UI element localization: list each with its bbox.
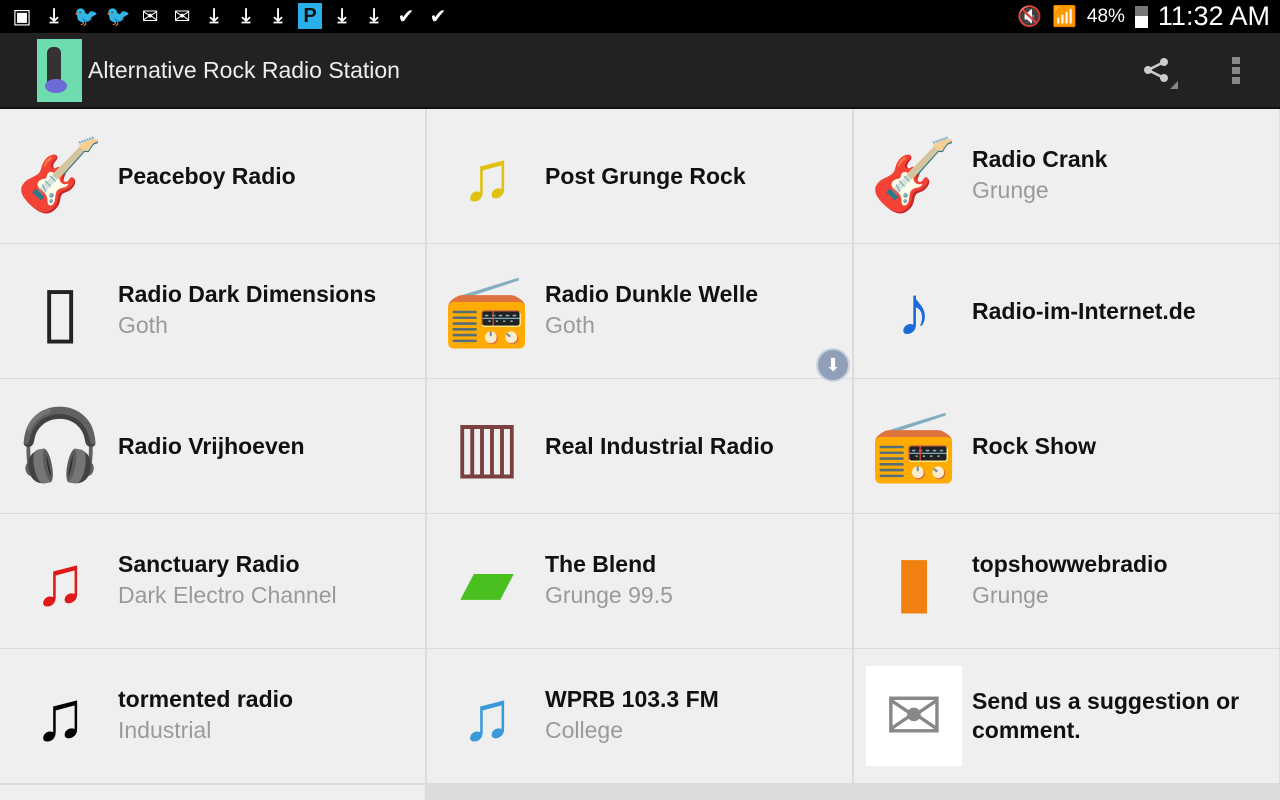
download-icon: ⤓ — [273, 4, 283, 27]
station-item[interactable]: ♫ Sanctuary Radio Dark Electro Channel — [0, 514, 425, 648]
station-genre: Goth — [545, 312, 595, 338]
headphones-player-icon: 🎧 — [16, 406, 104, 484]
station-item[interactable]: ▮ topshowwebradio Grunge — [854, 514, 1279, 648]
stereo-system-icon: ▥ — [453, 407, 521, 485]
station-item[interactable]: 📻 Radio Dunkle Welle Goth — [427, 244, 852, 378]
app-logo-icon[interactable] — [37, 39, 82, 102]
station-genre: Grunge — [972, 177, 1049, 203]
clipboard-multi-icon: ✔ — [429, 5, 447, 28]
station-genre: Grunge 99.5 — [545, 582, 673, 608]
station-item[interactable]: ▯ Radio Dark Dimensions Goth — [0, 244, 425, 378]
station-item[interactable]: ♪ Radio-im-Internet.de — [854, 244, 1279, 378]
black-notes-icon: ♫ — [33, 677, 87, 755]
station-item[interactable]: ♫ tormented radio Industrial — [0, 649, 425, 783]
envelope-icon: ✉ — [866, 666, 962, 766]
scroll-down-button[interactable]: ⬇ — [816, 348, 850, 382]
station-genre: College — [545, 717, 623, 743]
station-item[interactable]: 📻 Rock Show — [854, 379, 1279, 513]
email-icon: ✉ — [173, 5, 191, 28]
red-note-icon: ♫ — [33, 542, 87, 620]
grid-cell-partial — [0, 785, 425, 800]
twitter-icon: 🐦 — [73, 5, 99, 28]
station-name: Sanctuary Radio — [118, 551, 300, 577]
twitter-icon: 🐦 — [105, 5, 131, 28]
music-folder-icon: ♫ — [460, 677, 514, 755]
station-name: Radio Dark Dimensions — [118, 281, 377, 307]
station-item[interactable]: 🎸 Radio Crank Grunge — [854, 109, 1279, 243]
music-notes-icon: ♫ — [460, 137, 514, 215]
notification-icons: ▣ ⤓ 🐦 🐦 ✉ ✉ ⤓ ⤓ ⤓ P ⤓ ⤓ ✔ ✔ — [10, 3, 450, 29]
station-genre: Industrial — [118, 717, 212, 743]
mute-icon: 🔇 — [1017, 6, 1042, 28]
download-icon: ⤓ — [241, 4, 251, 27]
station-name: topshowwebradio — [972, 551, 1168, 577]
station-name: Post Grunge Rock — [545, 162, 746, 189]
station-item[interactable]: ♫ WPRB 103.3 FM College — [427, 649, 852, 783]
station-name: tormented radio — [118, 686, 294, 712]
download-icon: ⤓ — [369, 4, 379, 27]
boombox-icon: 📻 — [443, 271, 531, 349]
station-item[interactable]: ▰ The Blend Grunge 99.5 — [427, 514, 852, 648]
download-icon: ⤓ — [49, 4, 59, 27]
email-icon: ✉ — [141, 5, 159, 28]
station-genre: Grunge — [972, 582, 1049, 608]
green-folder-icon: ▰ — [460, 542, 514, 620]
electric-guitar-icon: 🎸 — [870, 136, 958, 214]
picsart-icon: P — [298, 3, 322, 29]
station-genre: Dark Electro Channel — [118, 582, 337, 608]
station-item[interactable]: ♫ Post Grunge Rock — [427, 109, 852, 243]
station-name: The Blend — [545, 551, 657, 577]
battery-icon — [1134, 5, 1148, 28]
station-name: Send us a suggestion or comment. — [972, 688, 1240, 743]
station-name: Peaceboy Radio — [118, 162, 296, 189]
mp3-player-icon: ▮ — [894, 542, 934, 620]
share-icon[interactable] — [1138, 53, 1178, 93]
station-item[interactable]: ▥ Real Industrial Radio — [427, 379, 852, 513]
station-item[interactable]: 🎧 Radio Vrijhoeven — [0, 379, 425, 513]
station-item[interactable]: 🎸 Peaceboy Radio — [0, 109, 425, 243]
station-name: Rock Show — [972, 432, 1096, 459]
station-name: Real Industrial Radio — [545, 432, 774, 459]
radio-icon: 📻 — [870, 406, 958, 484]
suggestion-item[interactable]: ✉ Send us a suggestion or comment. — [854, 649, 1279, 783]
download-icon: ⤓ — [209, 4, 219, 27]
download-icon: ⤓ — [337, 4, 347, 27]
station-genre: Goth — [118, 312, 168, 338]
station-name: WPRB 103.3 FM — [545, 686, 719, 712]
app-title: Alternative Rock Radio Station — [88, 57, 400, 83]
battery-percent: 48% — [1086, 5, 1125, 27]
station-name: Radio Vrijhoeven — [118, 432, 305, 459]
status-bar: ▣ ⤓ 🐦 🐦 ✉ ✉ ⤓ ⤓ ⤓ P ⤓ ⤓ ✔ ✔ 🔇 📶 48% 11:32 AM — [0, 0, 1280, 33]
station-name: Radio Crank — [972, 146, 1108, 172]
overflow-menu-icon[interactable] — [1232, 57, 1242, 87]
station-name: Radio-im-Internet.de — [972, 297, 1196, 324]
station-name: Radio Dunkle Welle — [545, 281, 759, 307]
blue-note-icon: ♪ — [896, 272, 932, 350]
clock: 11:32 AM — [1157, 1, 1270, 31]
clipboard-check-icon: ✔ — [397, 5, 415, 28]
ipod-icon: ▯ — [40, 272, 80, 350]
wifi-icon: 📶 — [1051, 6, 1077, 28]
action-bar: Alternative Rock Radio Station — [0, 33, 1280, 109]
gallery-icon: ▣ — [12, 5, 32, 28]
guitarist-icon: 🎸 — [16, 136, 104, 214]
